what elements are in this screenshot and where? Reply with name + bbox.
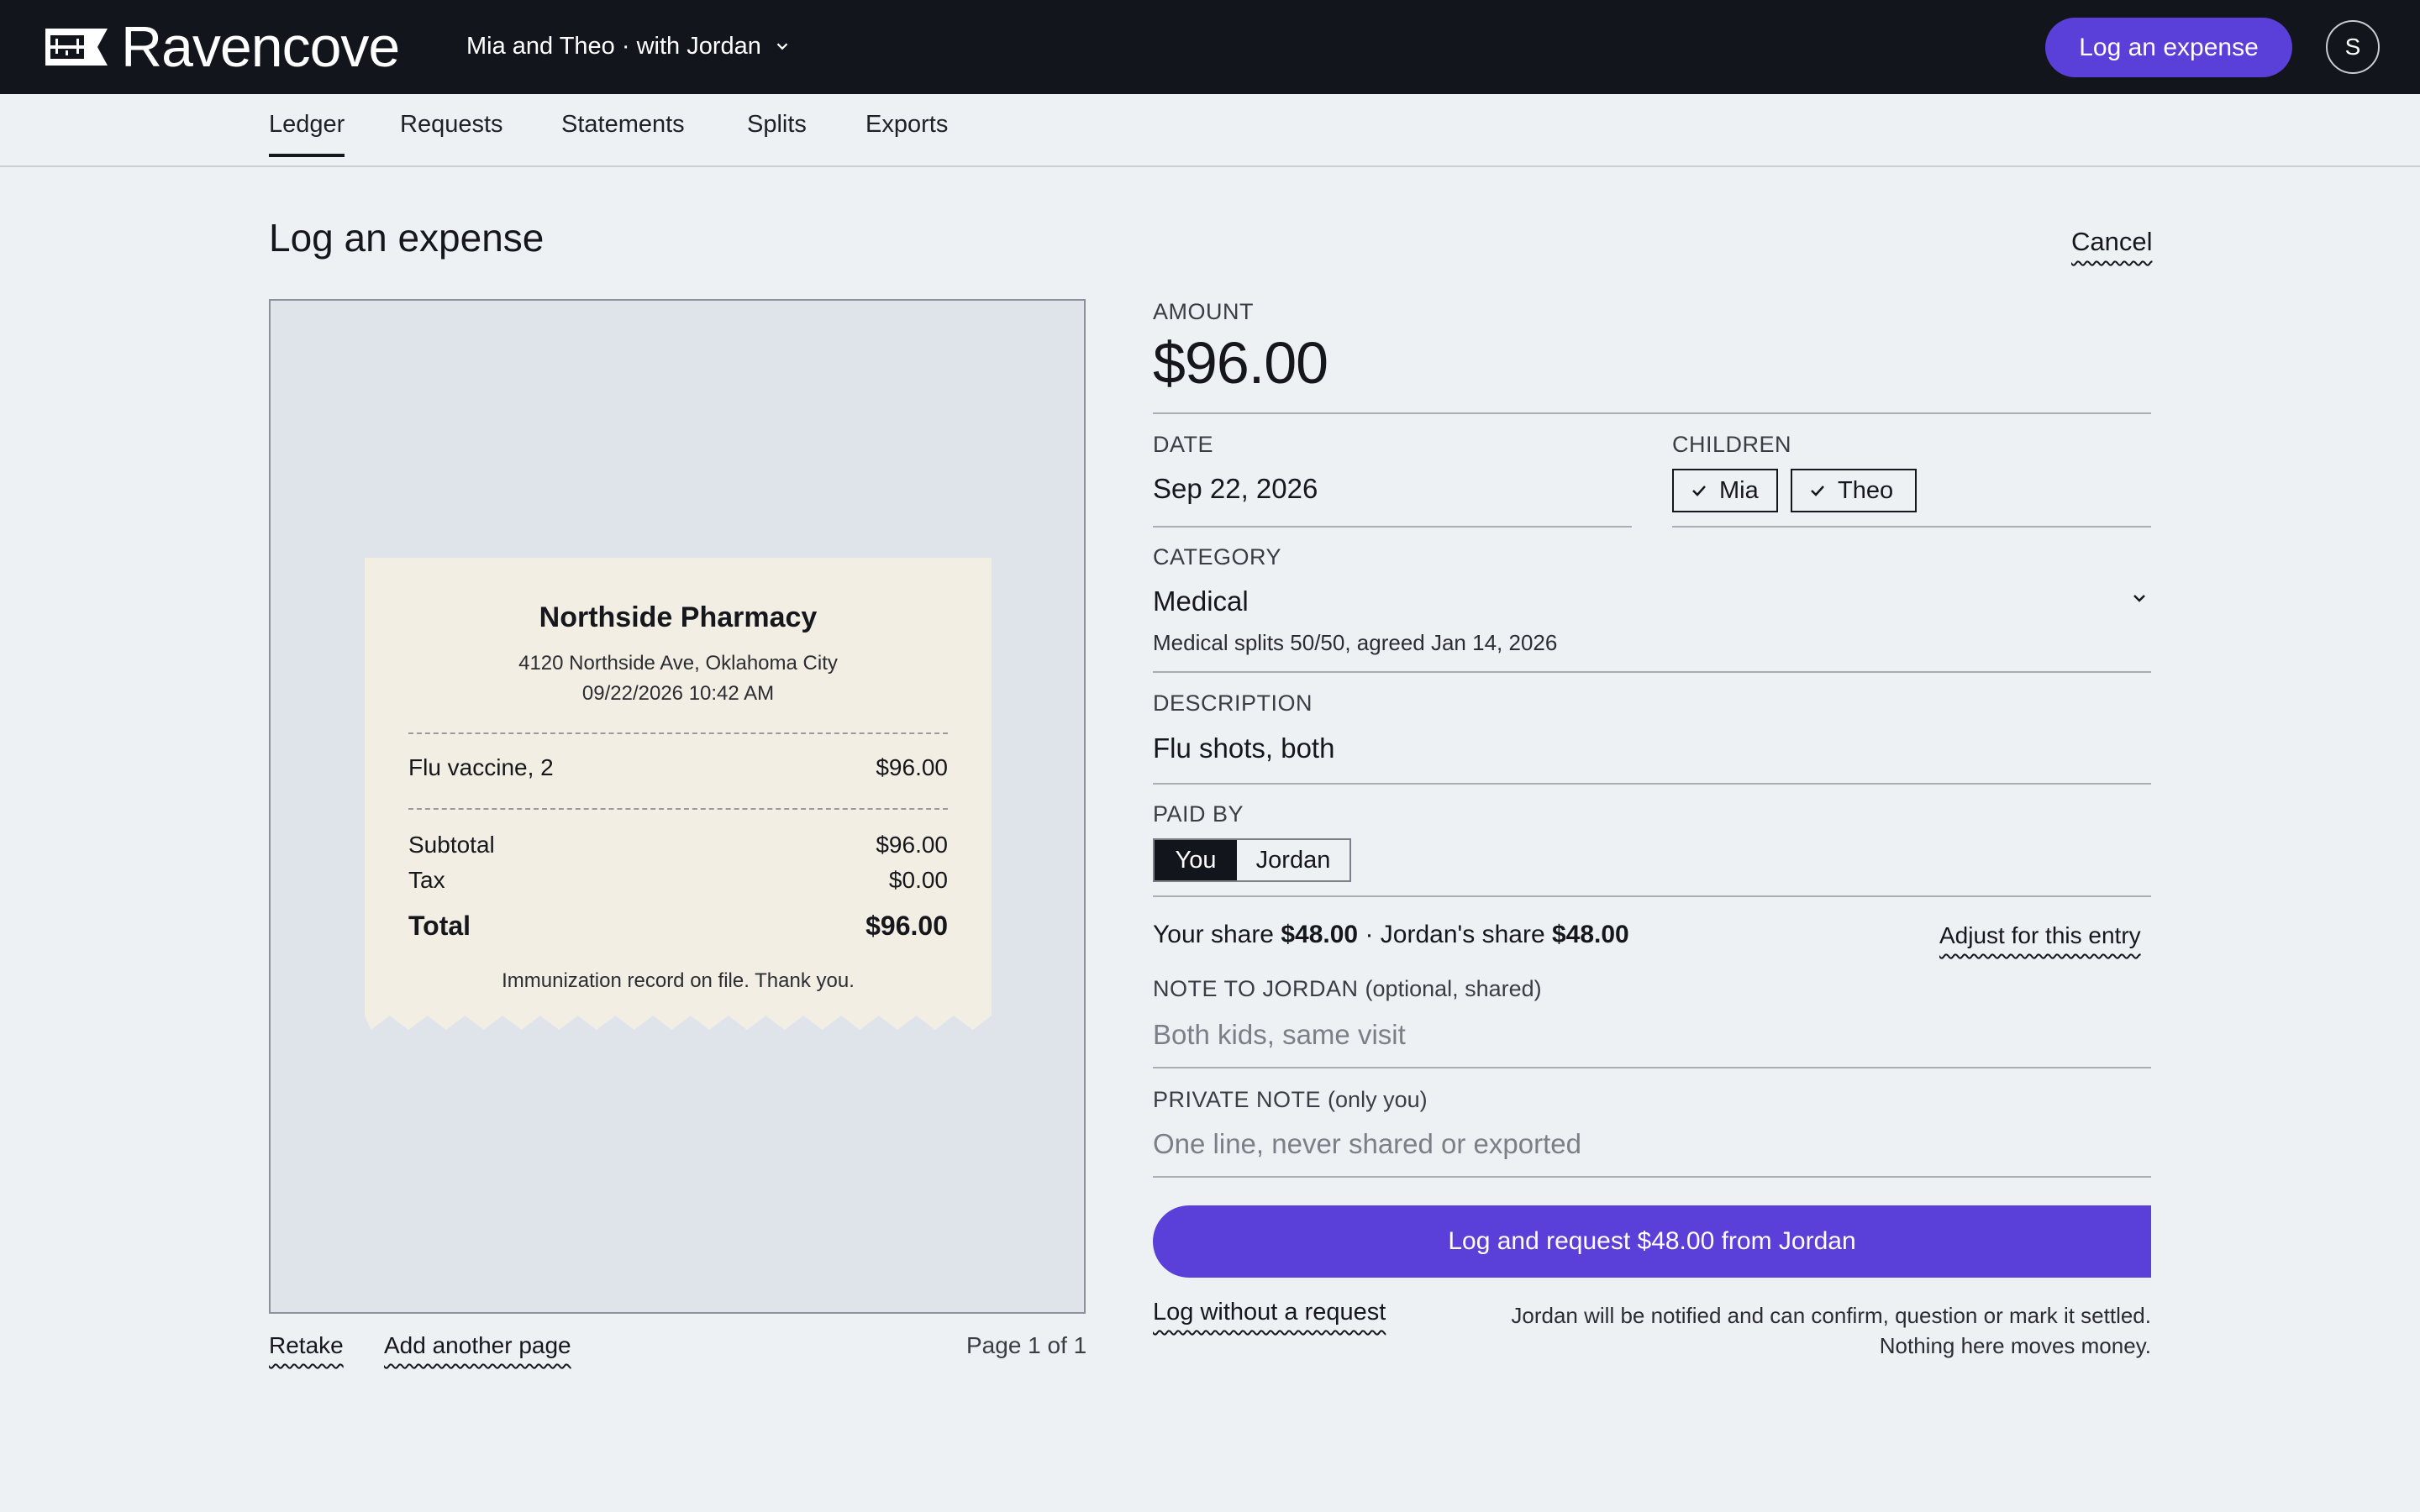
page-title: Log an expense — [269, 216, 544, 260]
divider — [1672, 526, 2151, 528]
category-label: CATEGORY — [1153, 544, 1282, 570]
private-note-label: PRIVATE NOTE (only you) — [1153, 1087, 1428, 1113]
receipt-total-amount: $96.00 — [865, 911, 948, 941]
log-and-request-button[interactable]: Log and request $48.00 from Jordan — [1153, 1205, 2151, 1278]
log-expense-button[interactable]: Log an expense — [2045, 18, 2292, 77]
family-switcher-label: Mia and Theo · with Jordan — [466, 32, 761, 60]
logo-mark-icon — [45, 29, 108, 66]
divider — [1153, 1067, 2151, 1068]
adjust-split-link[interactable]: Adjust for this entry — [1939, 922, 2141, 949]
receipt-tax-label: Tax — [408, 867, 445, 893]
receipt-subtotal-amount: $96.00 — [876, 832, 948, 858]
private-note-label-text: PRIVATE NOTE — [1153, 1087, 1322, 1112]
paid-by-toggle: You Jordan — [1153, 838, 1351, 882]
child-chip-label: Mia — [1719, 476, 1759, 504]
share-summary: Your share $48.00 · Jordan's share $48.0… — [1153, 921, 1629, 949]
receipt-viewer: Northside Pharmacy 4120 Northside Ave, O… — [269, 299, 1086, 1314]
receipt-line-item-name: Flu vaccine, 2 — [408, 754, 554, 780]
receipt-tax-row: Tax $0.00 — [408, 867, 948, 894]
receipt-datetime: 09/22/2026 10:42 AM — [581, 682, 775, 705]
private-note-sublabel: (only you) — [1328, 1087, 1428, 1112]
your-share-label: Your share — [1153, 921, 1274, 948]
avatar[interactable]: S — [2326, 20, 2380, 74]
divider — [1153, 783, 2151, 785]
chevron-down-icon — [776, 43, 788, 50]
divider — [1153, 526, 1632, 528]
page-indicator: Page 1 of 1 — [966, 1332, 1087, 1358]
paid-by-jordan[interactable]: Jordan — [1237, 840, 1349, 880]
receipt-tax-amount: $0.00 — [888, 867, 948, 893]
child-chip-mia[interactable]: Mia — [1672, 469, 1778, 512]
receipt-line-item-amount: $96.00 — [876, 754, 948, 780]
tab-exports[interactable]: Exports — [865, 111, 948, 155]
paid-by-you[interactable]: You — [1155, 840, 1237, 880]
category-select[interactable]: Medical — [1153, 585, 1249, 617]
check-icon — [1811, 486, 1824, 496]
chevron-down-icon[interactable] — [2129, 588, 2149, 608]
divider — [1153, 671, 2151, 673]
receipt-divider — [408, 808, 948, 810]
notice-line: Nothing here moves money. — [1879, 1333, 2151, 1358]
amount-field[interactable]: $96.00 — [1153, 329, 1328, 396]
tab-splits[interactable]: Splits — [747, 111, 807, 155]
app-logo-wordmark: Ravencove — [121, 15, 400, 79]
receipt-total-label: Total — [408, 911, 471, 941]
category-split-hint: Medical splits 50/50, agreed Jan 14, 202… — [1153, 630, 1558, 655]
amount-label: AMOUNT — [1153, 299, 1254, 324]
child-chip-theo[interactable]: Theo — [1791, 469, 1917, 512]
tab-ledger[interactable]: Ledger — [269, 111, 345, 157]
divider — [1153, 412, 2151, 414]
family-switcher[interactable]: Mia and Theo · with Jordan — [466, 29, 792, 64]
tab-requests[interactable]: Requests — [400, 111, 503, 155]
receipt-image: Northside Pharmacy 4120 Northside Ave, O… — [365, 558, 992, 1030]
your-share-amount: $48.00 — [1281, 921, 1359, 948]
private-note-field[interactable]: One line, never shared or exported — [1153, 1128, 1581, 1160]
note-to-jordan-sublabel: (optional, shared) — [1365, 976, 1542, 1001]
notification-notice: Jordan will be notified and can confirm,… — [1428, 1300, 2151, 1361]
receipt-divider — [408, 732, 948, 734]
children-label: CHILDREN — [1672, 432, 1792, 457]
add-page-link[interactable]: Add another page — [384, 1332, 571, 1359]
child-chip-label: Theo — [1838, 476, 1894, 504]
retake-link[interactable]: Retake — [269, 1332, 344, 1359]
other-share-label: Jordan's share — [1380, 921, 1545, 948]
receipt-footer: Immunization record on file. Thank you. — [502, 969, 855, 992]
cancel-link[interactable]: Cancel — [2071, 227, 2153, 257]
check-icon — [1692, 486, 1706, 496]
receipt-subtotal-label: Subtotal — [408, 832, 495, 858]
receipt-total-row: Total $96.00 — [408, 911, 948, 942]
receipt-line-item: Flu vaccine, 2 $96.00 — [408, 754, 948, 781]
date-field[interactable]: Sep 22, 2026 — [1153, 473, 1318, 505]
divider — [1153, 895, 2151, 897]
share-separator: · — [1365, 921, 1374, 948]
paid-by-label: PAID BY — [1153, 801, 1244, 827]
divider — [1153, 1176, 2151, 1178]
log-without-request-link[interactable]: Log without a request — [1153, 1299, 1386, 1326]
description-field[interactable]: Flu shots, both — [1153, 732, 1334, 764]
date-label: DATE — [1153, 432, 1214, 457]
receipt-subtotal-row: Subtotal $96.00 — [408, 832, 948, 858]
tab-statements[interactable]: Statements — [561, 111, 685, 155]
receipt-store-name: Northside Pharmacy — [539, 601, 818, 633]
description-label: DESCRIPTION — [1153, 690, 1313, 716]
note-to-jordan-label-text: NOTE TO JORDAN — [1153, 976, 1359, 1001]
notice-line: Jordan will be notified and can confirm,… — [1511, 1303, 2151, 1328]
note-to-jordan-label: NOTE TO JORDAN (optional, shared) — [1153, 976, 1542, 1002]
receipt-address: 4120 Northside Ave, Oklahoma City — [518, 652, 838, 675]
section-tabs: Ledger Requests Statements Splits Export… — [0, 94, 2420, 167]
other-share-amount: $48.00 — [1551, 921, 1629, 948]
note-to-jordan-field[interactable]: Both kids, same visit — [1153, 1019, 1406, 1051]
top-bar: Ravencove Mia and Theo · with Jordan Log… — [0, 0, 2420, 94]
